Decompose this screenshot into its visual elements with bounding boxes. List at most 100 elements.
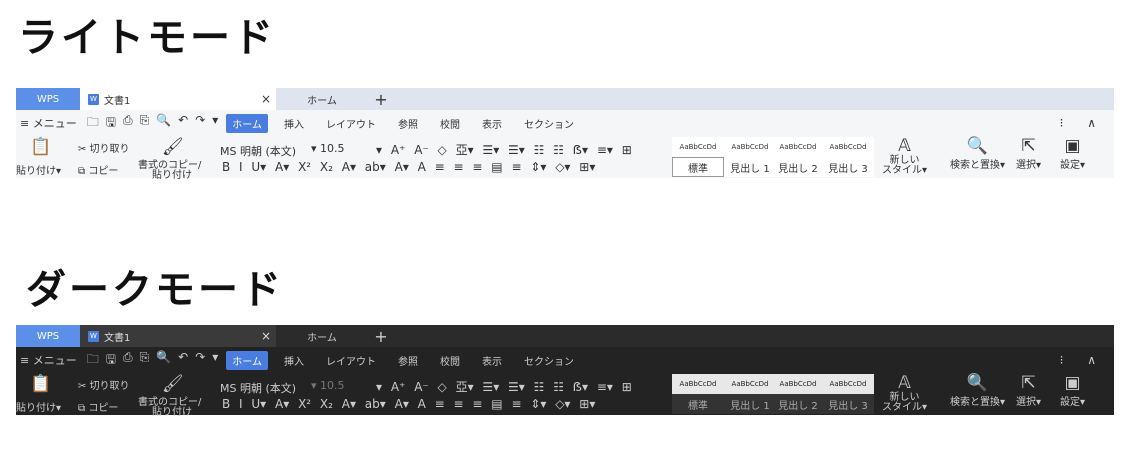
home-tab[interactable]: ホーム	[276, 88, 368, 110]
menu-tab-layout[interactable]: レイアウト	[320, 351, 382, 370]
paste-button[interactable]: 貼り付け▾	[16, 162, 61, 177]
font-family-select[interactable]: MS 明朝 (本文)	[216, 378, 306, 395]
collapse-ribbon-icon[interactable]: ⁝ ∧	[1060, 116, 1106, 130]
paragraph-tools-row[interactable]: ▾ A⁺ A⁻ ◇ 亞▾ ☰▾ ☰▾ ☷ ☷ ẞ▾ ≡▾ ⊞	[376, 378, 632, 395]
menu-tab-view[interactable]: 表示	[476, 351, 508, 370]
cut-button[interactable]: ✂ 切り取り	[78, 140, 130, 155]
settings-button[interactable]: ▣ 設定▾	[1060, 373, 1085, 408]
font-tools-row[interactable]: B I U▾ A▾ X² X₂ A▾ ab▾ A▾ A ≡ ≡ ≡ ▤ ≡ ⇕▾…	[222, 160, 595, 174]
font-tools-row[interactable]: B I U▾ A▾ X² X₂ A▾ ab▾ A▾ A ≡ ≡ ≡ ▤ ≡ ⇕▾…	[222, 397, 595, 411]
menu-tab-insert[interactable]: 挿入	[278, 114, 310, 133]
style-heading-2[interactable]: AaBbCcDd 見出し 2	[772, 137, 824, 177]
menu-bar: ≡ メニュー 🗀 🖫 ⎙ ⎘ 🔍 ↶ ↷ ▾ ホーム 挿入 レイアウト 参照 校…	[16, 110, 1114, 136]
redo-icon[interactable]: ↷	[195, 350, 205, 371]
style-heading-1[interactable]: AaBbCcDd 見出し 1	[724, 137, 776, 177]
find-replace-button[interactable]: 🔍 検索と置換▾	[950, 373, 1005, 408]
select-button[interactable]: ⇱ 選択▾	[1016, 373, 1041, 408]
menu-tab-section[interactable]: セクション	[518, 351, 580, 370]
menu-tab-insert[interactable]: 挿入	[278, 351, 310, 370]
settings-icon: ▣	[1064, 373, 1081, 393]
quick-access-toolbar: 🗀 🖫 ⎙ ⎘ 🔍 ↶ ↷ ▾	[87, 350, 219, 371]
menu-tab-review[interactable]: 校閲	[434, 114, 466, 133]
paragraph-tools-row[interactable]: ▾ A⁺ A⁻ ◇ 亞▾ ☰▾ ☰▾ ☷ ☷ ẞ▾ ≡▾ ⊞	[376, 141, 632, 158]
copy-button[interactable]: ⧉ コピー	[78, 399, 118, 414]
style-name: 見出し 2	[778, 163, 818, 175]
style-sample: AaBbCcDd	[822, 374, 874, 394]
wps-tab[interactable]: WPS	[16, 88, 80, 110]
print-icon[interactable]: ⎙	[123, 113, 133, 134]
heading-dark-mode: ダークモード	[26, 267, 284, 313]
heading-light-mode: ライトモード	[18, 15, 276, 61]
document-icon: W	[88, 93, 99, 105]
export-icon[interactable]: ⎘	[140, 113, 150, 134]
save-icon[interactable]: 🖫	[106, 113, 116, 134]
font-size-select[interactable]: ▾ 10.5	[308, 141, 384, 157]
menu-tab-references[interactable]: 参照	[392, 351, 424, 370]
copy-button[interactable]: ⧉ コピー	[78, 162, 118, 177]
font-family-select[interactable]: MS 明朝 (本文)	[216, 141, 306, 158]
style-sample: AaBbCcDd	[672, 374, 724, 394]
close-icon[interactable]: ×	[256, 329, 276, 343]
save-icon[interactable]: 🖫	[106, 350, 116, 371]
settings-label: 設定▾	[1060, 160, 1086, 171]
find-replace-button[interactable]: 🔍 検索と置換▾	[950, 136, 1005, 171]
format-painter-icon[interactable]: 🖌	[162, 376, 184, 393]
style-heading-1[interactable]: AaBbCcDd 見出し 1	[724, 374, 776, 414]
new-tab-button[interactable]: +	[368, 325, 394, 347]
search-icon: 🔍	[966, 373, 989, 393]
open-icon[interactable]: 🗀	[87, 113, 99, 134]
preview-icon[interactable]: 🔍	[156, 350, 171, 371]
clipboard-icon[interactable]: 📋	[30, 139, 51, 156]
customize-icon[interactable]: ▾	[212, 350, 218, 371]
new-tab-button[interactable]: +	[368, 88, 394, 110]
new-style-button[interactable]: 𝔸 新しい スタイル▾	[882, 373, 927, 413]
style-normal[interactable]: AaBbCcDd 標準	[672, 137, 724, 177]
customize-icon[interactable]: ▾	[212, 113, 218, 134]
light-mode-screenshot: WPS W 文書1 × ホーム + ≡ メニュー 🗀 🖫 ⎙ ⎘ 🔍 ↶ ↷ ▾…	[16, 88, 1114, 181]
settings-button[interactable]: ▣ 設定▾	[1060, 136, 1085, 171]
clipboard-icon[interactable]: 📋	[30, 376, 51, 393]
style-sample: AaBbCcDd	[679, 143, 717, 151]
style-name: 見出し 2	[778, 400, 818, 412]
menu-tab-references[interactable]: 参照	[392, 114, 424, 133]
format-painter-icon[interactable]: 🖌	[162, 139, 184, 156]
cursor-icon: ⇱	[1021, 136, 1036, 156]
style-sample: AaBbCcDd	[731, 143, 769, 151]
cut-button[interactable]: ✂ 切り取り	[78, 377, 130, 392]
style-heading-3[interactable]: AaBbCcDd 見出し 3	[822, 137, 874, 177]
find-replace-label: 検索と置換▾	[950, 160, 1006, 171]
undo-icon[interactable]: ↶	[178, 350, 188, 371]
wps-tab[interactable]: WPS	[16, 325, 80, 347]
style-heading-2[interactable]: AaBbCcDd 見出し 2	[772, 374, 824, 414]
collapse-ribbon-icon[interactable]: ⁝ ∧	[1060, 353, 1106, 367]
style-sample: AaBbCcDd	[779, 143, 817, 151]
paste-button[interactable]: 貼り付け▾	[16, 399, 61, 414]
menu-tab-section[interactable]: セクション	[518, 114, 580, 133]
menu-tab-home[interactable]: ホーム	[226, 113, 268, 133]
menu-tab-review[interactable]: 校閲	[434, 351, 466, 370]
menu-tab-home[interactable]: ホーム	[226, 350, 268, 370]
document-tab[interactable]: W 文書1 ×	[80, 325, 276, 347]
font-size-select[interactable]: ▾ 10.5	[308, 378, 384, 394]
style-heading-3[interactable]: AaBbCcDd 見出し 3	[822, 374, 874, 414]
preview-icon[interactable]: 🔍	[156, 113, 171, 134]
close-icon[interactable]: ×	[256, 92, 276, 106]
menu-tab-layout[interactable]: レイアウト	[320, 114, 382, 133]
new-style-button[interactable]: 𝔸 新しい スタイル▾	[882, 136, 927, 176]
main-menu-button[interactable]: ≡ メニュー	[20, 352, 77, 368]
find-replace-label: 検索と置換▾	[950, 397, 1006, 408]
style-normal[interactable]: AaBbCcDd 標準	[672, 374, 724, 414]
main-menu-button[interactable]: ≡ メニュー	[20, 115, 77, 131]
dark-mode-screenshot: WPS W 文書1 × ホーム + ≡ メニュー 🗀 🖫 ⎙ ⎘ 🔍 ↶ ↷ ▾…	[16, 325, 1114, 435]
print-icon[interactable]: ⎙	[123, 350, 133, 371]
menu-tab-view[interactable]: 表示	[476, 114, 508, 133]
export-icon[interactable]: ⎘	[140, 350, 150, 371]
undo-icon[interactable]: ↶	[178, 113, 188, 134]
redo-icon[interactable]: ↷	[195, 113, 205, 134]
select-label: 選択▾	[1016, 397, 1042, 408]
select-button[interactable]: ⇱ 選択▾	[1016, 136, 1041, 171]
open-icon[interactable]: 🗀	[87, 350, 99, 371]
document-tab[interactable]: W 文書1 ×	[80, 88, 276, 110]
settings-label: 設定▾	[1060, 397, 1086, 408]
home-tab[interactable]: ホーム	[276, 325, 368, 347]
